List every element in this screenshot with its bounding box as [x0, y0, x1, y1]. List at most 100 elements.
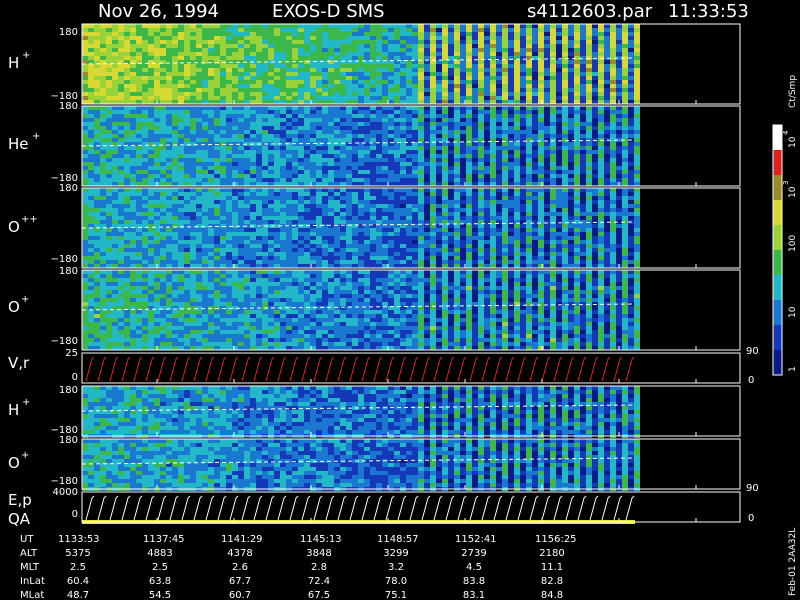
- spectrogram-cell: [184, 88, 190, 92]
- spectrogram-cell: [196, 146, 202, 150]
- spectrogram-cell: [538, 142, 544, 146]
- spectrogram-cell: [550, 28, 556, 32]
- spectrogram-cell: [490, 260, 496, 264]
- spectrogram-cell: [304, 118, 310, 122]
- spectrogram-cell: [142, 232, 148, 236]
- spectrogram-cell: [148, 122, 154, 126]
- spectrogram-cell: [88, 126, 94, 130]
- spectrogram-cell: [232, 134, 238, 138]
- spectrogram-cell: [292, 178, 298, 182]
- spectrogram-cell: [292, 216, 298, 220]
- spectrogram-cell: [430, 232, 436, 236]
- spectrogram-cell: [118, 188, 124, 192]
- spectrogram-cell: [490, 174, 496, 178]
- spectrogram-cell: [136, 88, 142, 92]
- spectrogram-cell: [454, 256, 460, 260]
- spectrogram-cell: [328, 114, 334, 118]
- spectrogram-cell: [166, 162, 172, 166]
- spectrogram-cell: [544, 126, 550, 130]
- spectrogram-cell: [226, 40, 232, 44]
- spectrogram-cell: [226, 264, 232, 268]
- spectrogram-cell: [268, 36, 274, 40]
- spectrogram-cell: [124, 174, 130, 178]
- spectrogram-cell: [586, 162, 592, 166]
- spectrogram-cell: [124, 32, 130, 36]
- spectrogram-cell: [160, 248, 166, 252]
- spectrogram-cell: [244, 80, 250, 84]
- spectrogram-cell: [436, 248, 442, 252]
- spectrogram-cell: [160, 52, 166, 56]
- spectrogram-cell: [304, 68, 310, 72]
- spectrogram-cell: [418, 244, 424, 248]
- spectrogram-cell: [124, 232, 130, 236]
- spectrogram-cell: [424, 244, 430, 248]
- spectrogram-cell: [178, 196, 184, 200]
- spectrogram-cell: [124, 208, 130, 212]
- spectrogram-cell: [328, 48, 334, 52]
- spectrogram-cell: [340, 100, 346, 104]
- spectrogram-cell: [160, 76, 166, 80]
- spectrogram-cell: [484, 212, 490, 216]
- spectrogram-cell: [430, 204, 436, 208]
- spectrogram-cell: [280, 44, 286, 48]
- spectrogram-cell: [388, 96, 394, 100]
- spectrogram-cell: [550, 170, 556, 174]
- spectrogram-cell: [412, 264, 418, 268]
- spectrogram-cell: [196, 130, 202, 134]
- spectrogram-cell: [376, 174, 382, 178]
- spectrogram-cell: [580, 60, 586, 64]
- spectrogram-cell: [592, 60, 598, 64]
- spectrogram-cell: [220, 216, 226, 220]
- spectrogram-cell: [472, 64, 478, 68]
- spectrogram-cell: [424, 68, 430, 72]
- spectrogram-cell: [514, 118, 520, 122]
- spectrogram-cell: [316, 76, 322, 80]
- spectrogram-cell: [304, 96, 310, 100]
- spectrogram-cell: [382, 84, 388, 88]
- spectrogram-cell: [424, 162, 430, 166]
- spectrogram-cell: [610, 28, 616, 32]
- spectrogram-cell: [472, 264, 478, 268]
- spectrogram-cell: [460, 224, 466, 228]
- spectrogram-cell: [226, 208, 232, 212]
- spectrogram-cell: [106, 88, 112, 92]
- spectrogram-cell: [106, 200, 112, 204]
- spectrogram-cell: [190, 56, 196, 60]
- spectrogram-cell: [178, 56, 184, 60]
- spectrogram-cell: [346, 68, 352, 72]
- spectrogram-cell: [214, 236, 220, 240]
- spectrogram-cell: [544, 170, 550, 174]
- spectrogram-cell: [448, 28, 454, 32]
- spectrogram-cell: [400, 150, 406, 154]
- spectrogram-cell: [454, 216, 460, 220]
- spectrogram-cell: [574, 56, 580, 60]
- spectrogram-cell: [202, 232, 208, 236]
- spectrogram-cell: [418, 84, 424, 88]
- spectrogram-cell: [406, 48, 412, 52]
- spectrogram-cell: [214, 174, 220, 178]
- spectrogram-cell: [166, 48, 172, 52]
- spectrogram-cell: [310, 84, 316, 88]
- spectrogram-cell: [394, 232, 400, 236]
- spectrogram-cell: [406, 170, 412, 174]
- spectrogram-cell: [214, 52, 220, 56]
- spectrogram-cell: [232, 68, 238, 72]
- spectrogram-cell: [520, 92, 526, 96]
- spectrogram-cell: [448, 196, 454, 200]
- spectrogram-cell: [448, 260, 454, 264]
- spectrogram-cell: [178, 88, 184, 92]
- spectrogram-cell: [586, 122, 592, 126]
- spectrogram-cell: [298, 52, 304, 56]
- spectrogram-cell: [382, 44, 388, 48]
- spectrogram-cell: [580, 68, 586, 72]
- spectrogram-cell: [184, 118, 190, 122]
- spectrogram-cell: [130, 138, 136, 142]
- spectrogram-cell: [466, 48, 472, 52]
- spectrogram-cell: [508, 204, 514, 208]
- spectrogram-cell: [400, 36, 406, 40]
- spectrogram-cell: [376, 196, 382, 200]
- spectrogram-cell: [382, 170, 388, 174]
- spectrogram-cell: [418, 220, 424, 224]
- spectrogram-cell: [328, 110, 334, 114]
- spectrogram-cell: [520, 114, 526, 118]
